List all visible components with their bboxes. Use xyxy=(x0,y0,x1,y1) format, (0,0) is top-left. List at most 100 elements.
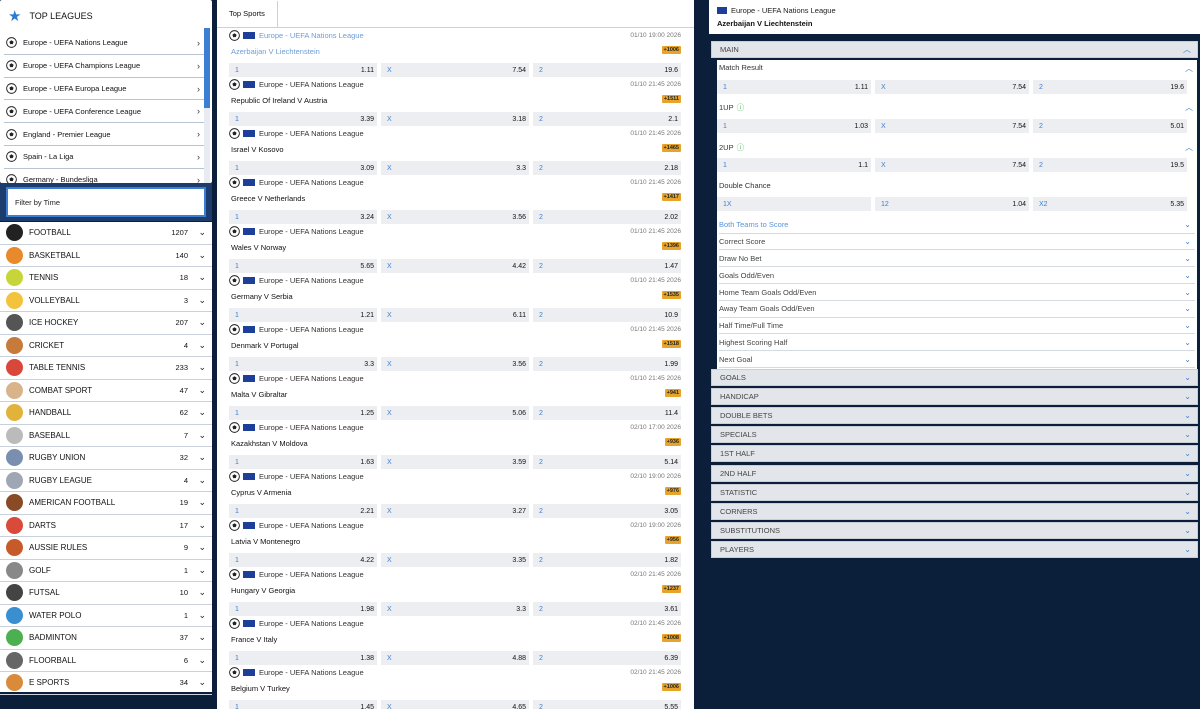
market-item[interactable]: Both Teams to Score ⌄ xyxy=(719,217,1195,234)
sport-item[interactable]: GOLF 1 ⌄ xyxy=(0,560,212,582)
odds-button[interactable]: 1 3.09 xyxy=(229,161,377,175)
sport-item[interactable]: BASKETBALL 140 ⌄ xyxy=(0,245,212,267)
match-teams[interactable]: Israel V Kosovo +1465 xyxy=(229,142,681,156)
odds-button[interactable]: 2 6.39 xyxy=(533,651,681,665)
odds-button[interactable]: X 3.59 xyxy=(381,455,529,469)
odds-button[interactable]: X 5.06 xyxy=(381,406,529,420)
sport-item[interactable]: E SPORTS 34 ⌄ xyxy=(0,672,212,695)
market-item[interactable]: Half Time/Full Time ⌄ xyxy=(719,318,1195,335)
sport-item[interactable]: FLOORBALL 6 ⌄ xyxy=(0,650,212,672)
odds-button[interactable]: 2 5.55 xyxy=(533,700,681,709)
odds-button[interactable]: X 7.54 xyxy=(875,119,1029,133)
sport-item[interactable]: ICE HOCKEY 207 ⌄ xyxy=(0,312,212,335)
more-markets-badge[interactable]: +936 xyxy=(664,438,681,446)
odds-button[interactable]: 2 5.01 xyxy=(1033,119,1187,133)
market-match-result[interactable]: Match Result ︿ xyxy=(719,63,1197,73)
odds-button[interactable]: X 4.88 xyxy=(381,651,529,665)
odds-button[interactable]: 2 5.14 xyxy=(533,455,681,469)
league-item[interactable]: Europe - UEFA Conference League › xyxy=(4,100,204,124)
odds-button[interactable]: 1 1.21 xyxy=(229,308,377,322)
more-markets-badge[interactable]: +1396 xyxy=(661,242,681,250)
odds-button[interactable]: X 3.27 xyxy=(381,504,529,518)
section-bar[interactable]: CORNERS ⌄ xyxy=(711,502,1198,520)
sport-item[interactable]: VOLLEYBALL 3 ⌄ xyxy=(0,290,212,312)
filter-by-time-button[interactable]: Filter by Time xyxy=(6,187,206,217)
market-2up[interactable]: 2UP ⓘ ︿ xyxy=(719,142,1197,153)
more-markets-badge[interactable]: +1006 xyxy=(661,46,681,54)
market-item[interactable]: Home Team Goals Odd/Even ⌄ xyxy=(719,284,1195,301)
league-item[interactable]: Europe - UEFA Nations League › xyxy=(4,32,204,55)
more-markets-badge[interactable]: +941 xyxy=(664,389,681,397)
odds-button[interactable]: 2 11.4 xyxy=(533,406,681,420)
match-teams[interactable]: Wales V Norway +1396 xyxy=(229,240,681,254)
tab-top-sports[interactable]: Top Sports xyxy=(217,0,278,27)
odds-button[interactable]: 2 3.61 xyxy=(533,602,681,616)
sport-item[interactable]: FUTSAL 10 ⌄ xyxy=(0,582,212,605)
odds-button[interactable]: X 7.54 xyxy=(875,80,1029,94)
odds-button[interactable]: 1 1.11 xyxy=(229,63,377,77)
odds-button[interactable]: 2 10.9 xyxy=(533,308,681,322)
section-bar[interactable]: 1ST HALF ⌄ xyxy=(711,445,1198,463)
odds-button[interactable]: 2 1.82 xyxy=(533,553,681,567)
more-markets-badge[interactable]: +1417 xyxy=(661,193,681,201)
market-item[interactable]: Highest Scoring Half ⌄ xyxy=(719,335,1195,352)
section-bar[interactable]: 2ND HALF ⌄ xyxy=(711,464,1198,482)
match-teams[interactable]: Kazakhstan V Moldova +936 xyxy=(229,436,681,450)
match-teams[interactable]: Malta V Gibraltar +941 xyxy=(229,387,681,401)
odds-button[interactable]: 2 3.05 xyxy=(533,504,681,518)
odds-button[interactable]: 1 1.45 xyxy=(229,700,377,709)
odds-button[interactable]: 1 1.11 xyxy=(717,80,871,94)
odds-button[interactable]: X 7.54 xyxy=(381,63,529,77)
odds-button[interactable]: 1 2.21 xyxy=(229,504,377,518)
odds-button[interactable]: X 3.56 xyxy=(381,210,529,224)
odds-button[interactable]: 1X xyxy=(717,197,871,211)
section-bar[interactable]: HANDICAP ⌄ xyxy=(711,388,1198,406)
sport-item[interactable]: BADMINTON 37 ⌄ xyxy=(0,627,212,650)
odds-button[interactable]: 1 1.03 xyxy=(717,119,871,133)
odds-button[interactable]: 1 1.63 xyxy=(229,455,377,469)
odds-button[interactable]: 2 1.99 xyxy=(533,357,681,371)
sport-item[interactable]: COMBAT SPORT 47 ⌄ xyxy=(0,380,212,402)
odds-button[interactable]: X 7.54 xyxy=(875,158,1029,172)
league-item[interactable]: England - Premier League › xyxy=(4,123,204,146)
sport-item[interactable]: HANDBALL 62 ⌄ xyxy=(0,402,212,425)
odds-button[interactable]: 2 1.47 xyxy=(533,259,681,273)
section-bar[interactable]: STATISTIC ⌄ xyxy=(711,483,1198,501)
sport-item[interactable]: BASEBALL 7 ⌄ xyxy=(0,425,212,447)
market-item[interactable]: Next Goal ⌄ xyxy=(719,351,1195,369)
odds-button[interactable]: 2 19.5 xyxy=(1033,158,1187,172)
section-bar[interactable]: DOUBLE BETS ⌄ xyxy=(711,407,1198,425)
more-markets-badge[interactable]: +1006 xyxy=(661,683,681,691)
more-markets-badge[interactable]: +956 xyxy=(664,536,681,544)
odds-button[interactable]: X2 5.35 xyxy=(1033,197,1187,211)
odds-button[interactable]: 2 2.02 xyxy=(533,210,681,224)
sport-item[interactable]: AMERICAN FOOTBALL 19 ⌄ xyxy=(0,492,212,515)
market-item[interactable]: Draw No Bet ⌄ xyxy=(719,251,1195,268)
more-markets-badge[interactable]: +1535 xyxy=(661,291,681,299)
section-main[interactable]: MAIN ︿ xyxy=(711,41,1198,58)
odds-button[interactable]: 1 3.24 xyxy=(229,210,377,224)
match-teams[interactable]: Republic Of Ireland V Austria +1511 xyxy=(229,93,681,107)
sport-item[interactable]: CRICKET 4 ⌄ xyxy=(0,335,212,357)
odds-button[interactable]: 12 1.04 xyxy=(875,197,1029,211)
odds-button[interactable]: X 3.3 xyxy=(381,161,529,175)
match-teams[interactable]: Hungary V Georgia +1237 xyxy=(229,583,681,597)
league-item[interactable]: Europe - UEFA Champions League › xyxy=(4,55,204,78)
sport-item[interactable]: FOOTBALL 1207 ⌄ xyxy=(0,222,212,245)
odds-button[interactable]: 1 4.22 xyxy=(229,553,377,567)
more-markets-badge[interactable]: +1237 xyxy=(661,585,681,593)
market-item[interactable]: Away Team Goals Odd/Even ⌄ xyxy=(719,301,1195,318)
market-item[interactable]: Goals Odd/Even ⌄ xyxy=(719,267,1195,285)
more-markets-badge[interactable]: +1465 xyxy=(661,144,681,152)
odds-button[interactable]: 1 1.98 xyxy=(229,602,377,616)
match-teams[interactable]: Germany V Serbia +1535 xyxy=(229,289,681,303)
scrollbar-thumb[interactable] xyxy=(204,28,210,108)
odds-button[interactable]: 1 3.3 xyxy=(229,357,377,371)
section-bar[interactable]: SPECIALS ⌄ xyxy=(711,426,1198,444)
match-teams[interactable]: Latvia V Montenegro +956 xyxy=(229,534,681,548)
more-markets-badge[interactable]: +1008 xyxy=(661,634,681,642)
odds-button[interactable]: 2 2.1 xyxy=(533,112,681,126)
odds-button[interactable]: 1 5.65 xyxy=(229,259,377,273)
odds-button[interactable]: X 3.18 xyxy=(381,112,529,126)
match-teams[interactable]: Azerbaijan V Liechtenstein +1006 xyxy=(229,44,681,58)
